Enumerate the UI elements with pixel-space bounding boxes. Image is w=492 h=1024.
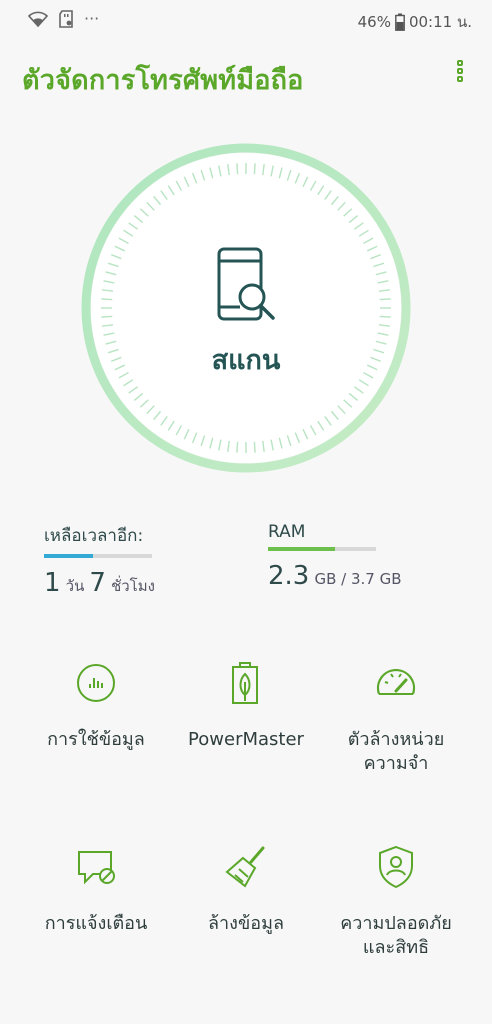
memory-cleaner-tile[interactable]: ตัวล้างหน่วย ความจำ <box>314 650 478 776</box>
page-title: ตัวจัดการโทรศัพท์มือถือ <box>22 65 304 96</box>
data-usage-label: การใช้ข้อมูล <box>47 729 145 750</box>
stats-section: เหลือเวลาอีก: 1 วัน 7 ชั่วโมง RAM 2.3 GB… <box>0 522 492 602</box>
hours-unit: ชั่วโมง <box>111 577 155 595</box>
battery-progress-fill <box>44 554 93 558</box>
speedometer-icon <box>376 668 416 695</box>
more-notifications-icon: ··· <box>84 9 100 28</box>
ram-total-value: GB / 3.7 GB <box>314 570 402 588</box>
scan-button[interactable]: สแกน <box>80 142 412 474</box>
scan-label: สแกน <box>211 345 281 376</box>
battery-icon <box>395 13 405 31</box>
memory-cleaner-label: ตัวล้างหน่วย ความจำ <box>314 728 478 776</box>
phone-search-icon <box>217 247 275 321</box>
data-usage-tile[interactable]: การใช้ข้อมูล <box>14 650 178 752</box>
battery-remaining-label: เหลือเวลาอีก: <box>44 526 144 546</box>
security-label-line1: ความปลอดภัย <box>340 913 452 934</box>
scan-ring-tick <box>101 298 113 301</box>
ram-label: RAM <box>268 522 306 542</box>
memory-cleaner-label-line1: ตัวล้างหน่วย <box>347 729 445 750</box>
overflow-menu-icon[interactable] <box>452 60 468 94</box>
hours-value: 7 <box>89 568 106 598</box>
scan-ring-tick <box>379 298 391 301</box>
wifi-icon <box>28 11 48 27</box>
ram-progress-fill <box>268 547 335 551</box>
days-value: 1 <box>44 568 61 598</box>
powermaster-tile[interactable]: PowerMaster <box>164 650 328 752</box>
security-tile[interactable]: ความปลอดภัย และสิทธิ <box>314 834 478 960</box>
data-usage-icon <box>77 664 115 702</box>
notifications-label: การแจ้งเตือน <box>44 913 148 934</box>
ram-progress-bar <box>268 547 376 551</box>
days-unit: วัน <box>65 577 85 595</box>
battery-remaining-stat: เหลือเวลาอีก: 1 วัน 7 ชั่วโมง <box>44 522 155 598</box>
status-bar: ··· 46% 00:11 น. <box>0 0 492 40</box>
app-bar: ตัวจัดการโทรศัพท์มือถือ <box>0 52 492 102</box>
clean-data-label: ล้างข้อมูล <box>208 913 284 934</box>
scan-ring-tick <box>101 315 113 318</box>
scan-ring-tick <box>253 441 256 453</box>
scan-ring-tick <box>236 441 239 453</box>
battery-leaf-icon <box>232 662 258 704</box>
clean-data-tile[interactable]: ล้างข้อมูล <box>164 834 328 936</box>
battery-progress-bar <box>44 554 152 558</box>
powermaster-label: PowerMaster <box>188 729 304 750</box>
battery-percent: 46% <box>357 13 391 31</box>
ram-used-value: 2.3 <box>268 561 310 591</box>
battery-remaining-value: 1 วัน 7 ชั่วโมง <box>44 568 155 598</box>
sd-card-icon <box>59 9 73 28</box>
broom-icon <box>225 846 265 888</box>
security-shield-icon <box>379 845 413 889</box>
scan-ring-tick <box>236 163 239 175</box>
scan-ring-tick <box>253 163 256 175</box>
ram-stat: RAM 2.3 GB / 3.7 GB <box>268 522 402 591</box>
clock: 00:11 น. <box>408 13 472 31</box>
notifications-tile[interactable]: การแจ้งเตือน <box>14 834 178 936</box>
scan-ring-tick <box>379 315 391 318</box>
notification-block-icon <box>78 851 115 885</box>
ram-value: 2.3 GB / 3.7 GB <box>268 561 402 591</box>
memory-cleaner-label-line2: ความจำ <box>363 753 429 774</box>
security-label-line2: และสิทธิ <box>362 937 430 958</box>
security-label: ความปลอดภัย และสิทธิ <box>314 912 478 960</box>
